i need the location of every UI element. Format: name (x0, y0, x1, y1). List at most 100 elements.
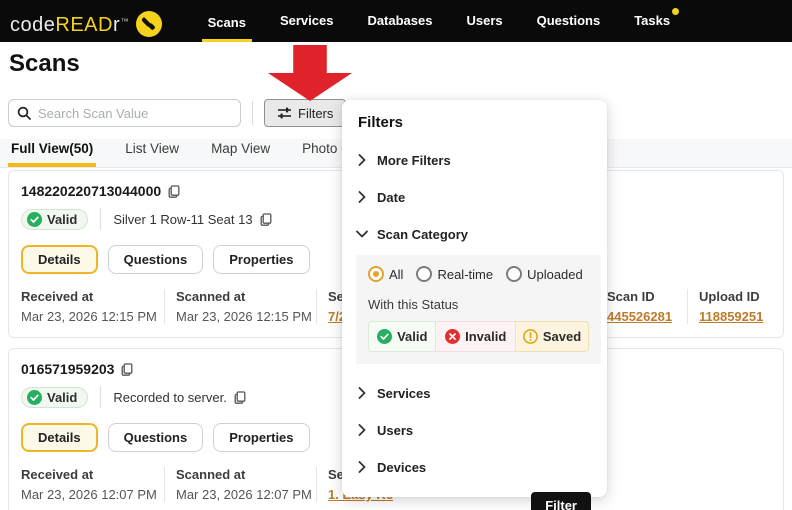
scan-category-radio-group: All Real-time Uploaded (368, 266, 589, 282)
status-toggle-label: Invalid (465, 329, 507, 344)
filter-section-label: More Filters (377, 152, 451, 168)
check-circle-icon (377, 329, 393, 344)
nav-item-users[interactable]: Users (460, 0, 508, 42)
copy-icon[interactable] (168, 184, 180, 198)
filter-section-devices[interactable]: Devices (358, 459, 591, 475)
filter-section-label: Users (377, 422, 414, 438)
properties-button[interactable]: Properties (213, 245, 310, 274)
filters-button[interactable]: Filters (264, 99, 347, 127)
properties-button[interactable]: Properties (213, 423, 310, 452)
red-arrow-annotation (268, 45, 352, 101)
status-badge: Valid (21, 208, 89, 230)
toolbar: Filters (8, 99, 347, 127)
status-toggle-valid[interactable]: Valid (368, 321, 437, 352)
status-segment-group: Valid Invalid Saved (368, 321, 589, 352)
nav-item-questions[interactable]: Questions (531, 0, 607, 42)
scan-id-link[interactable]: 445526281 (607, 309, 672, 324)
filter-section-users[interactable]: Users (358, 422, 591, 438)
filter-section-label: Services (377, 385, 431, 401)
filter-section-date[interactable]: Date (358, 189, 591, 205)
scan-category-panel: All Real-time Uploaded With this Status … (356, 255, 601, 364)
questions-button[interactable]: Questions (107, 423, 204, 452)
questions-button[interactable]: Questions (107, 245, 204, 274)
scanned-at-value: Mar 23, 2026 12:15 PM (176, 309, 312, 324)
barcode-scanner-icon (135, 11, 162, 37)
status-toggle-invalid[interactable]: Invalid (436, 321, 516, 352)
nav-item-scans[interactable]: Scans (201, 0, 252, 42)
tasks-notification-dot (672, 8, 680, 15)
received-at-label: Received at (21, 289, 94, 304)
scan-description: Silver 1 Row-11 Seat 13 (113, 211, 253, 227)
search-input[interactable] (38, 105, 232, 121)
top-nav: code READ r ™ Scans Services Databases User… (0, 0, 792, 42)
search-icon (17, 106, 31, 120)
chevron-right-icon (358, 191, 366, 203)
nav-item-services[interactable]: Services (274, 0, 340, 42)
toolbar-divider (252, 101, 253, 125)
nav-item-databases[interactable]: Databases (361, 0, 438, 42)
radio-label: Uploaded (527, 266, 583, 282)
radio-label: All (389, 266, 404, 282)
copy-icon[interactable] (260, 212, 272, 226)
badge-divider (100, 386, 102, 408)
status-badge: Valid (21, 386, 89, 408)
badge-divider (100, 208, 102, 230)
filters-popup: Filters More Filters Date Scan Category … (342, 100, 607, 510)
status-toggle-saved[interactable]: Saved (515, 321, 589, 352)
status-badge-label: Valid (47, 211, 78, 227)
copy-icon[interactable] (234, 390, 246, 404)
radio-icon (416, 266, 433, 282)
with-this-status-label: With this Status (368, 297, 459, 312)
codereadr-logo[interactable]: code READ r ™ (10, 5, 162, 37)
received-at-label: Received at (21, 467, 94, 482)
tab-full-view[interactable]: Full View(50) (8, 141, 97, 167)
scanned-at-label: Scanned at (176, 289, 246, 304)
scans-page: code READ r ™ Scans Services Databases User… (0, 0, 792, 510)
radio-icon (506, 266, 523, 282)
chevron-right-icon (358, 461, 366, 473)
scan-description: Recorded to server. (113, 389, 227, 405)
filter-section-scan-category[interactable]: Scan Category (356, 226, 591, 242)
logo-text-r: r (112, 14, 120, 36)
scan-barcode: 016571959203 (21, 361, 115, 377)
page-title: Scans (9, 50, 80, 77)
logo-text-read: READ (55, 14, 113, 36)
scan-barcode: 148220220713044000 (21, 183, 162, 199)
filter-section-services[interactable]: Services (358, 385, 591, 401)
radio-option-uploaded[interactable]: Uploaded (506, 266, 583, 282)
radio-selected-icon (368, 266, 384, 282)
filter-section-label: Scan Category (377, 226, 469, 242)
check-circle-icon (27, 211, 42, 227)
chevron-down-icon (356, 230, 368, 238)
scanned-at-label: Scanned at (176, 467, 246, 482)
check-circle-icon (27, 389, 42, 405)
filter-section-more-filters[interactable]: More Filters (358, 152, 591, 168)
x-circle-icon (445, 329, 461, 344)
received-at-value: Mar 23, 2026 12:07 PM (21, 487, 157, 502)
status-badge-label: Valid (47, 389, 78, 405)
received-at-value: Mar 23, 2026 12:15 PM (21, 309, 157, 324)
logo-text-code: code (10, 14, 56, 36)
filters-button-label: Filters (298, 105, 334, 121)
chevron-right-icon (358, 387, 366, 399)
radio-option-real-time[interactable]: Real-time (416, 266, 493, 282)
status-toggle-label: Valid (397, 329, 428, 344)
details-button[interactable]: Details (21, 245, 98, 274)
filters-popup-title: Filters (358, 114, 404, 131)
scanned-at-value: Mar 23, 2026 12:07 PM (176, 487, 312, 502)
exclamation-circle-icon (522, 329, 538, 344)
details-button[interactable]: Details (21, 423, 98, 452)
tab-map-view[interactable]: Map View (208, 141, 273, 167)
upload-id-link[interactable]: 118859251 (699, 309, 763, 324)
copy-icon[interactable] (121, 362, 133, 376)
tab-list-view[interactable]: List View (122, 141, 182, 167)
chevron-right-icon (358, 424, 366, 436)
radio-option-all[interactable]: All (368, 266, 403, 282)
search-box[interactable] (8, 99, 241, 127)
radio-label: Real-time (437, 266, 494, 282)
nav-item-tasks-label: Tasks (634, 13, 671, 28)
nav-menu: Scans Services Databases Users Questions… (201, 0, 698, 42)
sliders-icon (278, 107, 291, 119)
apply-filter-button[interactable]: Filter (531, 492, 591, 510)
nav-item-tasks[interactable]: Tasks (628, 0, 680, 42)
